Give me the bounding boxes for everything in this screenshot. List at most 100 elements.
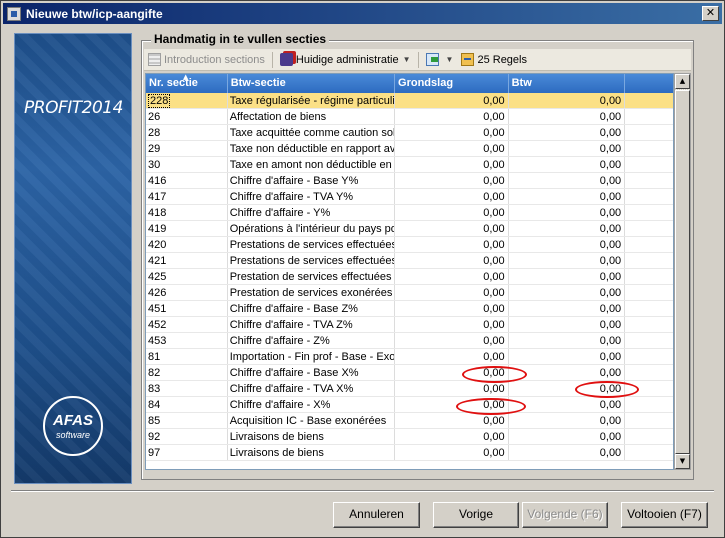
cell-vat[interactable]: 0,00 [509,285,626,300]
table-row[interactable]: 81 Importation - Fin prof - Base - Exon 0,… [146,349,673,365]
cell-basis[interactable]: 0,00 [395,125,509,140]
cell-vat[interactable]: 0,00 [509,301,626,316]
intro-sections-button[interactable]: Introduction sections [144,50,269,70]
cell-vat[interactable]: 0,00 [509,413,626,428]
table-row[interactable]: 416 Chiffre d'affaire - Base Y% 0,00 0,00 [146,173,673,189]
cell-vat[interactable]: 0,00 [509,141,626,156]
table-row[interactable]: 425 Prestation de services effectuées d 0,… [146,269,673,285]
cell-basis[interactable]: 0,00 [395,173,509,188]
table-row[interactable]: 451 Chiffre d'affaire - Base Z% 0,00 0,00 [146,301,673,317]
cell-section-number: 452 [146,317,228,332]
cell-basis[interactable]: 0,00 [395,349,509,364]
cell-section-number: 83 [146,381,228,396]
cell-basis[interactable]: 0,00 [395,237,509,252]
cell-vat[interactable]: 0,00 [509,253,626,268]
cell-basis[interactable]: 0,00 [395,333,509,348]
scroll-thumb[interactable] [675,90,690,454]
cell-basis[interactable]: 0,00 [395,429,509,444]
cell-section-name: Taxe régularisée - régime particulie [229,93,396,108]
cell-vat[interactable]: 0,00 [509,221,626,236]
cell-filler [625,189,673,204]
table-row[interactable]: 84 Chiffre d'affaire - X% 0,00 0,00 [146,397,673,413]
table-row[interactable]: 452 Chiffre d'affaire - TVA Z% 0,00 0,00 [146,317,673,333]
cell-vat[interactable]: 0,00 [509,269,626,284]
cell-basis[interactable]: 0,00 [395,109,509,124]
cell-filler [625,109,673,124]
cancel-button[interactable]: Annuleren [333,502,420,528]
cell-section-name: Livraisons de biens [228,429,396,444]
table-row[interactable]: 453 Chiffre d'affaire - Z% 0,00 0,00 [146,333,673,349]
brand-main: PROFIT [24,98,82,118]
cell-vat[interactable]: 0,00 [509,109,626,124]
cell-section-name: Chiffre d'affaire - Y% [228,205,396,220]
cell-filler [625,205,673,220]
table-row[interactable]: 418 Chiffre d'affaire - Y% 0,00 0,00 [146,205,673,221]
column-header-section[interactable]: Btw-sectie [228,74,396,93]
column-header-vat[interactable]: Btw [509,74,626,93]
table-row[interactable]: 420 Prestations de services effectuées 0,0… [146,237,673,253]
cell-basis[interactable]: 0,00 [395,253,509,268]
next-button[interactable]: Volgende (F6) [522,502,608,528]
cell-vat[interactable]: 0,00 [509,157,626,172]
vertical-scrollbar[interactable]: ▲ ▼ [674,73,691,470]
cell-basis[interactable]: 0,00 [395,93,509,108]
table-row[interactable]: 85 Acquisition IC - Base exonérées 0,00 0,0… [146,413,673,429]
cell-vat[interactable]: 0,00 [509,189,626,204]
cell-basis[interactable]: 0,00 [395,381,509,396]
cell-section-number: 81 [146,349,228,364]
table-row[interactable]: 29 Taxe non déductible en rapport av 0,00 0… [146,141,673,157]
cell-basis[interactable]: 0,00 [395,445,509,460]
table-row[interactable]: 92 Livraisons de biens 0,00 0,00 [146,429,673,445]
column-header-basis[interactable]: Grondslag [395,74,509,93]
cell-basis[interactable]: 0,00 [395,301,509,316]
cell-section-number: 85 [146,413,228,428]
cell-vat[interactable]: 0,00 [509,317,626,332]
cell-vat[interactable]: 0,00 [509,349,626,364]
cell-filler [625,141,673,156]
cell-vat[interactable]: 0,00 [509,429,626,444]
cell-section-name: Chiffre d'affaire - X% [228,397,396,412]
table-row[interactable]: 97 Livraisons de biens 0,00 0,00 [146,445,673,461]
table-row[interactable]: 417 Chiffre d'affaire - TVA Y% 0,00 0,00 [146,189,673,205]
cell-vat[interactable]: 0,00 [509,237,626,252]
table-row[interactable]: 30 Taxe en amont non déductible en a 0,00 0… [146,157,673,173]
cell-section-number: 92 [146,429,228,444]
cell-basis[interactable]: 0,00 [395,317,509,332]
cell-basis[interactable]: 0,00 [395,413,509,428]
cell-vat[interactable]: 0,00 [509,93,626,108]
close-button[interactable]: ✕ [702,6,719,21]
rows-count-button[interactable]: 25 Regels [457,50,531,70]
cell-basis[interactable]: 0,00 [395,205,509,220]
finish-button[interactable]: Voltooien (F7) [621,502,708,528]
cell-basis[interactable]: 0,00 [395,157,509,172]
cell-section-number: 453 [146,333,228,348]
cell-vat[interactable]: 0,00 [509,397,626,412]
scroll-down-button[interactable]: ▼ [675,454,690,469]
cell-vat[interactable]: 0,00 [509,333,626,348]
cell-vat[interactable]: 0,00 [509,445,626,460]
column-header-nr[interactable]: ▲ Nr. sectie [146,74,228,93]
cell-basis[interactable]: 0,00 [395,221,509,236]
cell-filler [625,333,673,348]
scroll-up-button[interactable]: ▲ [675,74,690,89]
table-row[interactable]: 421 Prestations de services effectuées 0,0… [146,253,673,269]
table-row[interactable]: 26 Affectation de biens 0,00 0,00 [146,109,673,125]
cell-basis[interactable]: 0,00 [395,189,509,204]
afas-logo: AFAS software [43,396,103,456]
previous-button[interactable]: Vorige [433,502,519,528]
button-divider [11,490,714,492]
table-row[interactable]: 82 Chiffre d'affaire - Base X% 0,00 0,00 [146,365,673,381]
cell-basis[interactable]: 0,00 [395,285,509,300]
cell-vat[interactable]: 0,00 [509,125,626,140]
administration-dropdown[interactable]: Huidige administratie ▼ [276,50,415,70]
table-row[interactable]: 228 Taxe régularisée - régime particulie 0… [146,93,673,109]
cell-vat[interactable]: 0,00 [509,205,626,220]
export-dropdown[interactable]: ▼ [422,50,458,70]
table-row[interactable]: 28 Taxe acquittée comme caution soli 0,00 0… [146,125,673,141]
table-row[interactable]: 419 Opérations à l'intérieur du pays pou 0… [146,221,673,237]
table-row[interactable]: 426 Prestation de services exonérées 0,00 0… [146,285,673,301]
title-bar[interactable]: Nieuwe btw/icp-aangifte ✕ [3,3,722,24]
cell-vat[interactable]: 0,00 [509,173,626,188]
cell-basis[interactable]: 0,00 [395,269,509,284]
cell-basis[interactable]: 0,00 [395,141,509,156]
